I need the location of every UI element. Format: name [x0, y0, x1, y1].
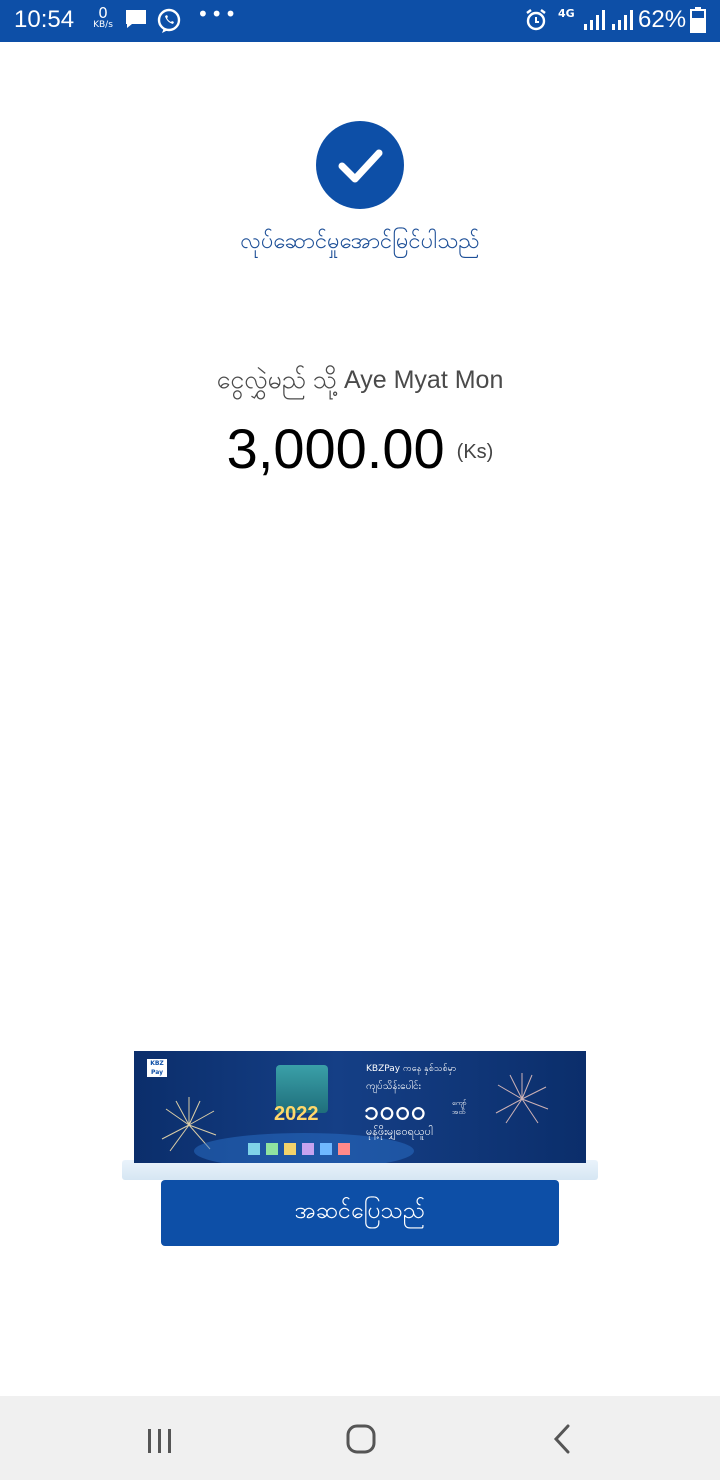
network-type: 4G	[558, 7, 575, 20]
success-message: လုပ်ဆောင်မှုအောင်မြင်ပါသည်	[240, 229, 480, 254]
kbzpay-logo: KBZ Pay	[147, 1059, 167, 1077]
banner-unit: ကျော် အထိ	[452, 1099, 467, 1117]
success-check-icon	[316, 121, 404, 209]
home-icon[interactable]	[346, 1424, 376, 1458]
battery-level: 62%	[638, 6, 687, 33]
viber-icon	[156, 8, 182, 38]
banner-line-2: ကျပ်သိန်းပေါင်း	[366, 1081, 422, 1092]
network-speed-unit: KB/s	[93, 20, 113, 30]
banner-line-1: KBZPay ကနေ နှစ်သစ်မှာ	[366, 1064, 457, 1074]
more-notifications-icon: •••	[197, 2, 239, 26]
promo-banner[interactable]: KBZ Pay 2022 KBZPay ကနေ နှစ်သစ်မှာ ကျပ်သိ…	[134, 1051, 586, 1163]
battery-icon	[690, 7, 706, 37]
network-speed: 0 KB/s	[90, 6, 116, 30]
done-button[interactable]: အဆင်ပြေသည်	[161, 1180, 559, 1246]
signal-icon-2	[610, 8, 634, 36]
kbzpay-logo-line2: Pay	[150, 1069, 163, 1076]
amount-value: 3,000.00	[226, 417, 445, 480]
currency-label: (Ks)	[456, 441, 494, 463]
network-speed-value: 0	[98, 4, 108, 22]
banner-gift-icons	[248, 1143, 350, 1155]
recipient-line: ငွေလွှဲမည် သို့ Aye Myat Mon	[216, 366, 504, 394]
banner-unit-line2: အထိ	[452, 1108, 466, 1116]
banner-year: 2022	[274, 1103, 319, 1125]
signal-icon	[582, 8, 606, 36]
status-bar: 10:54 0 KB/s ••• 4G 62%	[0, 0, 720, 42]
banner-line-3: မုန့်ဖိုးမျှဝေရယူပါ	[366, 1125, 433, 1138]
back-icon[interactable]	[552, 1424, 572, 1458]
alarm-icon	[524, 8, 548, 36]
banner-unit-line1: ကျော်	[452, 1099, 467, 1107]
status-time: 10:54	[14, 6, 75, 33]
banner-stand	[122, 1160, 598, 1180]
message-icon	[124, 8, 148, 34]
recent-apps-icon[interactable]	[146, 1428, 174, 1458]
kbzpay-logo-line1: KBZ	[150, 1060, 164, 1067]
amount-row: 3,000.00 (Ks)	[0, 416, 720, 481]
navigation-bar	[0, 1396, 720, 1480]
